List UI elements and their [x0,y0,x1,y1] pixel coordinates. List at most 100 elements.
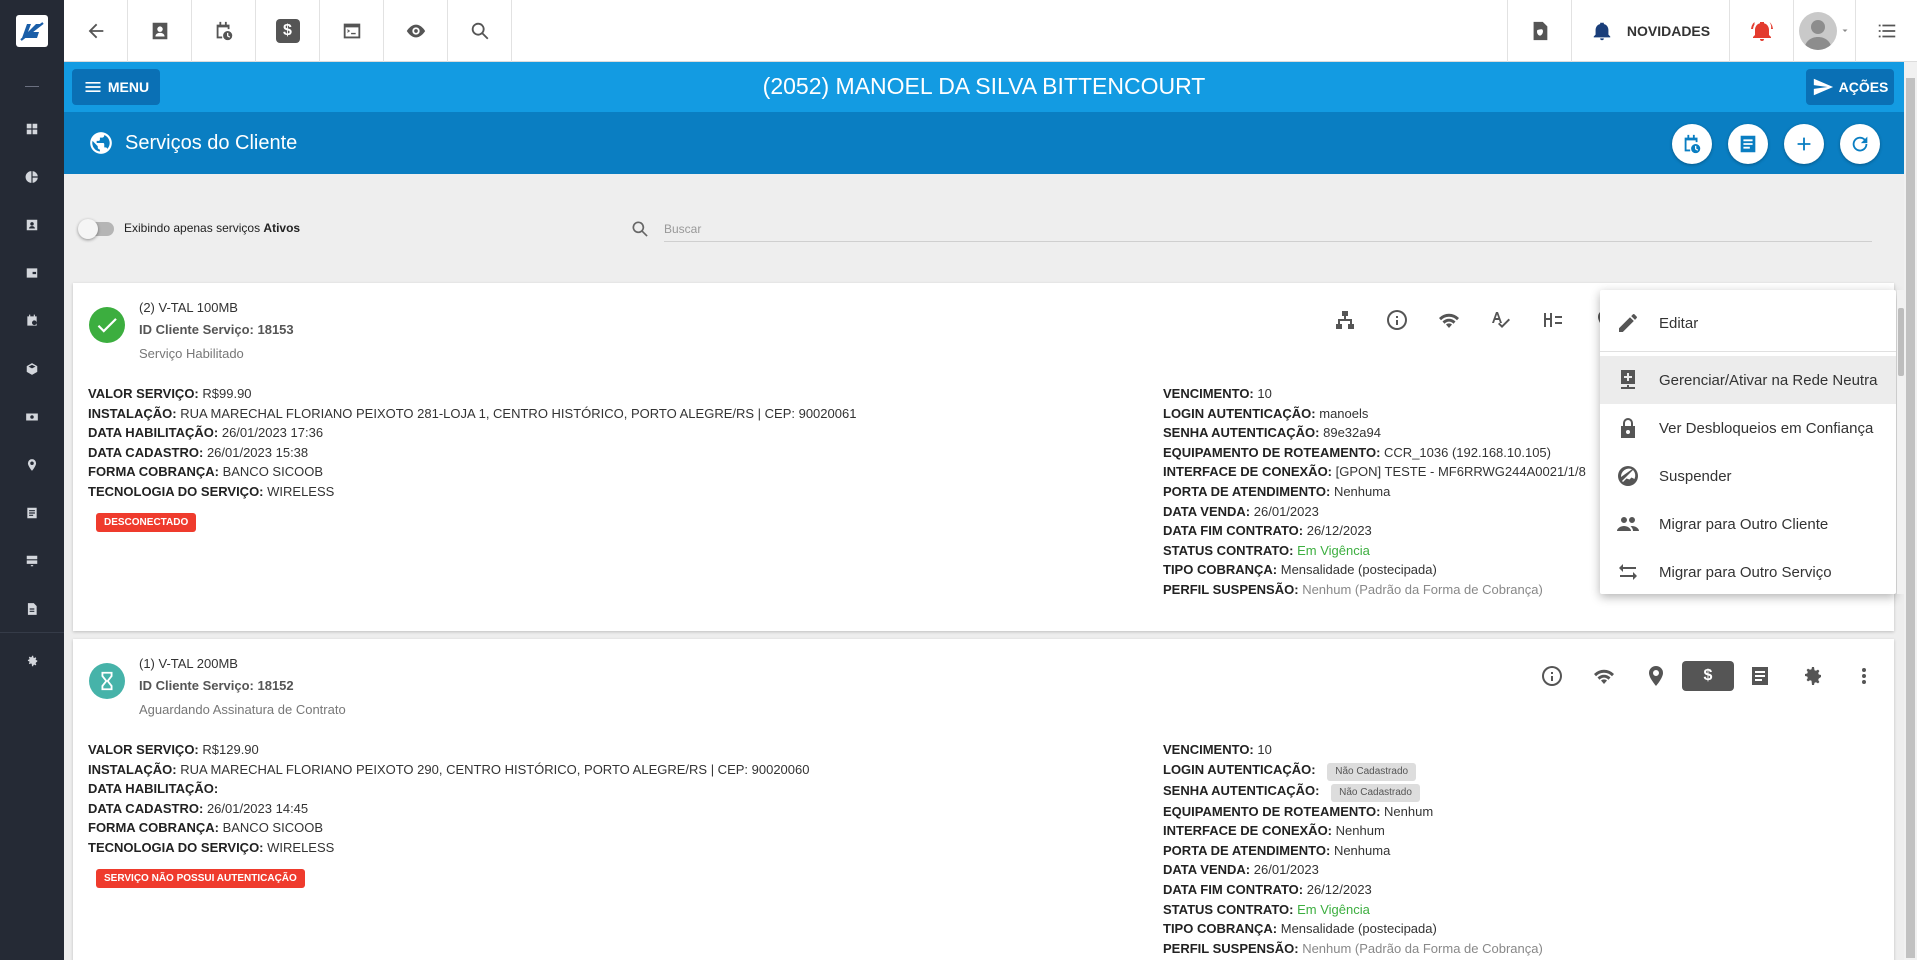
alerts-button[interactable] [1729,0,1793,62]
more-vert-icon [1862,668,1866,684]
menu-item-desbloqueios[interactable]: Ver Desbloqueios em Confiança [1600,404,1896,452]
finance-button[interactable]: $ [1682,661,1734,691]
info-button[interactable] [1371,305,1423,335]
dashboard-icon [26,123,38,135]
user-silhouette-icon [1803,20,1832,50]
contracts-button[interactable] [1728,124,1768,164]
schedule-button[interactable] [192,0,256,62]
service-actions: $ [1526,661,1890,691]
pie-chart-icon [25,171,38,183]
user-menu-button[interactable] [1793,0,1855,62]
menu-item-editar[interactable]: Editar [1600,299,1896,347]
terminal-button[interactable] [320,0,384,62]
settings-button[interactable] [1786,661,1838,691]
top-toolbar: $ NOVIDADES [64,0,1917,62]
sidebar-item-documents[interactable] [0,489,64,537]
client-name-title: (2052) MANOEL DA SILVA BITTENCOURT [762,73,1206,99]
search-button[interactable] [448,0,512,62]
document-list-icon [1740,135,1756,153]
service-actions [1319,305,1631,335]
service-card: (1) V-TAL 200MB ID Cliente Serviço: 1815… [73,639,1894,960]
menu-item-migrar-servico[interactable]: Migrar para Outro Serviço [1600,548,1896,596]
sidebar-item-maps[interactable] [0,441,64,489]
service-id: ID Cliente Serviço: 18152 [139,678,294,693]
finance-button[interactable]: $ [256,0,320,62]
pdf-file-icon [1533,21,1547,41]
wallet-icon [26,268,38,278]
status-check-icon [89,307,125,343]
client-data-button[interactable] [128,0,192,62]
service-options-menu: Editar Gerenciar/Ativar na Rede Neutra V… [1600,290,1896,594]
menu-item-label: Suspender [1659,467,1732,485]
sidebar-item-billing[interactable] [0,393,64,441]
refresh-icon [1852,136,1868,152]
active-filter-label: Exibindo apenas serviços Ativos [124,221,300,235]
add-service-button[interactable] [1784,124,1824,164]
more-options-button[interactable] [1838,661,1890,691]
sidebar-item-settings[interactable] [0,632,64,680]
text-height-icon [1544,313,1562,327]
info-button[interactable] [1526,661,1578,691]
sidebar-item-dashboard[interactable] [0,105,64,153]
client-title-bar: MENU (2052) MANOEL DA SILVA BITTENCOURT … [64,62,1917,112]
menu-item-suspender[interactable]: Suspender [1600,452,1896,500]
status-badge: SERVIÇO NÃO POSSUI AUTENTICAÇÃO [96,869,305,888]
topology-button[interactable] [1319,305,1371,335]
menu-item-label: Editar [1659,314,1699,332]
back-button[interactable] [64,0,128,62]
services-header: Serviços do Cliente [64,112,1904,174]
swap-icon [1619,564,1637,580]
novidades-button[interactable]: NOVIDADES [1571,0,1729,62]
logo-icon [20,22,44,41]
sidebar-item-inventory[interactable] [0,345,64,393]
hourglass-icon [89,663,125,699]
view-button[interactable] [384,0,448,62]
location-button[interactable] [1630,661,1682,691]
people-icon [1617,517,1639,531]
gear-icon [1805,667,1821,685]
wifi-icon [1439,313,1459,328]
service-status: Aguardando Assinatura de Contrato [139,702,346,717]
list-menu-button[interactable] [1855,0,1917,62]
menu-item-label: Gerenciar/Ativar na Rede Neutra [1659,371,1878,389]
schedule-service-button[interactable] [1672,124,1712,164]
eye-icon [406,24,425,38]
spellcheck-button[interactable] [1475,305,1527,335]
sitemap-icon [1336,311,1354,329]
app-logo[interactable] [0,0,64,62]
search-input[interactable] [664,216,1872,242]
terminal-icon [343,23,360,39]
sidebar-item-finance[interactable] [0,249,64,297]
dollar-icon: $ [275,19,300,43]
menu-item-rede-neutra[interactable]: Gerenciar/Ativar na Rede Neutra [1600,356,1896,404]
height-button[interactable] [1527,305,1579,335]
menu-divider [1600,351,1896,352]
list-icon [1878,24,1895,38]
sidebar-item-files[interactable] [0,585,64,633]
refresh-button[interactable] [1840,124,1880,164]
send-icon [1813,78,1833,96]
sidebar-item-reports[interactable] [0,153,64,201]
sidebar-item-schedule[interactable] [0,297,64,345]
map-pin-icon [1649,666,1663,686]
contact-card-icon [152,22,167,40]
service-status: Serviço Habilitado [139,346,244,361]
list-doc-icon [27,507,37,519]
sidebar-item-network[interactable] [0,537,64,585]
wifi-button[interactable] [1578,661,1630,691]
pencil-icon [1619,314,1637,332]
sidebar-item-clients[interactable] [0,201,64,249]
pdf-button[interactable] [1507,0,1571,62]
active-services-toggle[interactable] [78,219,114,239]
service-title: (2) V-TAL 100MB [139,300,238,315]
add-network-icon [1621,370,1635,389]
document-button[interactable] [1734,661,1786,691]
service-id: ID Cliente Serviço: 18153 [139,322,294,337]
service-details-right: VENCIMENTO: 10 LOGIN AUTENTICAÇÃO: manoe… [1163,386,1586,597]
menu-item-migrar-cliente[interactable]: Migrar para Outro Cliente [1600,500,1896,548]
lock-icon [1621,418,1635,438]
acoes-button[interactable]: AÇÕES [1806,69,1894,105]
page-scrollbar-thumb[interactable] [1906,78,1915,958]
wifi-button[interactable] [1423,305,1475,335]
menu-item-label: Migrar para Outro Cliente [1659,515,1829,533]
